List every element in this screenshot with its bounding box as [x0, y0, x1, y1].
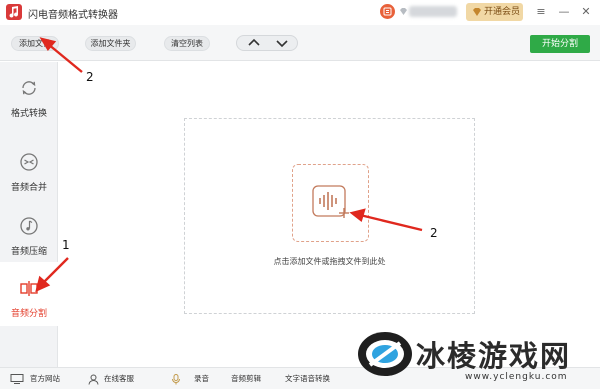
annotation-arrows	[35, 37, 423, 293]
annotation-number: 2	[430, 226, 438, 240]
annotation-number: 1	[62, 238, 70, 252]
arrow-to-audio-split	[35, 257, 69, 293]
watermark-url: www.yclengku.com	[465, 372, 568, 382]
annotation-number: 2	[86, 70, 94, 84]
arrow-to-add-file	[39, 37, 83, 73]
watermark-text: 冰棱游戏网	[416, 339, 572, 373]
arrow-to-add-area	[349, 208, 423, 232]
watermark-logo-icon	[358, 332, 412, 376]
